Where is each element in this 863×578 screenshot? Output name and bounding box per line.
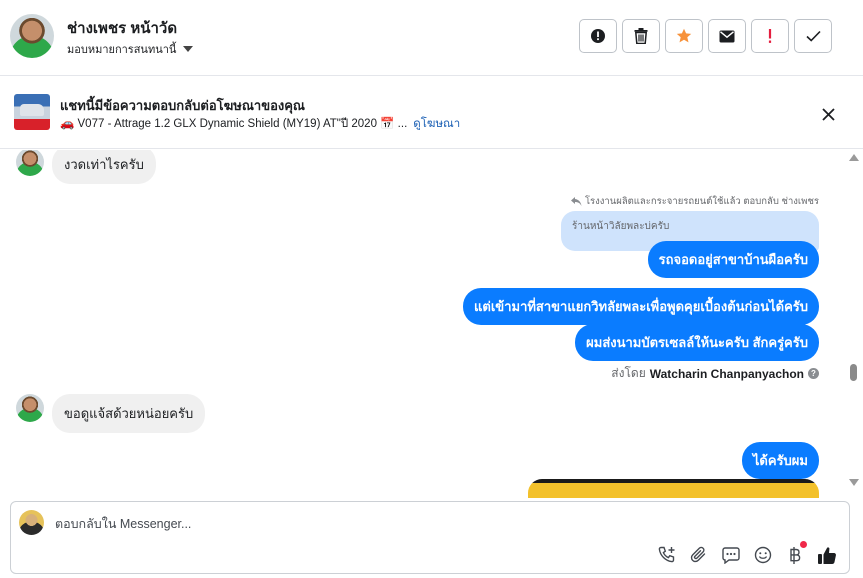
scroll-up-arrow[interactable]: [849, 154, 859, 161]
baht-icon: [790, 546, 801, 564]
reply-context-note: โรงงานผลิตและกระจายรถยนต์ใช้แล้ว ตอบกลับ…: [570, 194, 819, 209]
ad-thumbnail[interactable]: [14, 94, 50, 130]
exclamation-icon: [768, 29, 772, 43]
caret-down-icon: [183, 46, 194, 52]
close-banner-button[interactable]: [815, 101, 841, 127]
envelope-icon: [719, 30, 735, 42]
alert-circle-icon: [591, 29, 605, 43]
sent-by-prefix: ส่งโดย: [611, 366, 646, 380]
reply-context-text: โรงงานผลิตและกระจายรถยนต์ใช้แล้ว ตอบกลับ…: [584, 196, 819, 207]
notification-dot: [800, 541, 807, 548]
important-button[interactable]: [751, 19, 789, 53]
star-button[interactable]: [665, 19, 703, 53]
reply-input[interactable]: [55, 514, 615, 534]
like-button[interactable]: [817, 544, 837, 566]
saved-replies-button[interactable]: [721, 544, 741, 566]
contact-name[interactable]: ช่างเพชร หน้าวัด: [67, 16, 177, 40]
conversation-toolbar: [579, 19, 832, 53]
close-icon: [821, 107, 835, 121]
outgoing-message[interactable]: ผมส่งนามบัตรเซลล์ให้นะครับ สักครู่ครับ: [575, 324, 819, 361]
payment-button[interactable]: [785, 541, 807, 566]
contact-avatar-small: [16, 394, 44, 422]
help-icon[interactable]: ?: [808, 368, 819, 379]
emoji-button[interactable]: [753, 544, 773, 566]
thread-scrollbar[interactable]: [846, 150, 861, 498]
assign-conversation-dropdown[interactable]: มอบหมายการสนทนานี้: [67, 40, 194, 58]
sent-by-name: Watcharin Chanpanyachon: [649, 366, 804, 381]
delete-button[interactable]: [622, 19, 660, 53]
incoming-message[interactable]: งวดเท่าไรครับ: [52, 150, 156, 184]
mark-unread-button[interactable]: [708, 19, 746, 53]
page-avatar: [19, 510, 44, 535]
call-button[interactable]: [657, 544, 677, 566]
trash-icon: [634, 28, 648, 44]
contact-avatar-small: [16, 150, 44, 176]
phone-add-icon: [658, 546, 674, 562]
scroll-thumb[interactable]: [850, 364, 857, 381]
check-icon: [805, 30, 821, 42]
ad-context-banner: แชทนี้มีข้อความตอบกลับต่อโฆษณาของคุณ 🚗 V…: [0, 77, 863, 149]
paperclip-icon: [690, 546, 706, 563]
ad-banner-subtitle: 🚗 V077 - Attrage 1.2 GLX Dynamic Shield …: [60, 115, 460, 133]
ad-banner-title: แชทนี้มีข้อความตอบกลับต่อโฆษณาของคุณ: [60, 98, 305, 113]
scroll-down-arrow[interactable]: [849, 479, 859, 486]
mark-spam-button[interactable]: [579, 19, 617, 53]
message-thread: งวดเท่าไรครับ โรงงานผลิตและกระจายรถยนต์ใ…: [0, 150, 845, 498]
image-attachment[interactable]: [528, 479, 819, 498]
emoji-icon: [754, 546, 772, 564]
composer-actions: [657, 541, 837, 566]
message-composer: [10, 501, 850, 574]
star-icon: [676, 28, 692, 43]
saved-replies-icon: [722, 546, 740, 564]
ad-description: 🚗 V077 - Attrage 1.2 GLX Dynamic Shield …: [60, 118, 408, 130]
conversation-header: ช่างเพชร หน้าวัด มอบหมายการสนทนานี้: [0, 0, 863, 76]
outgoing-message[interactable]: แต่เข้ามาที่สาขาแยกวิทลัยพละเพื่อพูดคุยเ…: [463, 288, 819, 325]
outgoing-message[interactable]: รถจอดอยู่สาขาบ้านผือครับ: [647, 241, 819, 278]
thumbs-up-icon: [818, 546, 836, 564]
attach-button[interactable]: [689, 544, 709, 566]
sent-by-label: ส่งโดย Watcharin Chanpanyachon ?: [611, 364, 819, 383]
outgoing-message[interactable]: ได้ครับผม: [741, 442, 819, 479]
mark-done-button[interactable]: [794, 19, 832, 53]
view-ad-link[interactable]: ดูโฆษณา: [413, 118, 460, 130]
incoming-message[interactable]: ขอดูแจ้สด้วยหน่อยครับ: [52, 394, 206, 433]
contact-avatar[interactable]: [10, 14, 54, 58]
assign-label: มอบหมายการสนทนานี้: [67, 44, 177, 56]
reply-arrow-icon: [570, 197, 582, 206]
